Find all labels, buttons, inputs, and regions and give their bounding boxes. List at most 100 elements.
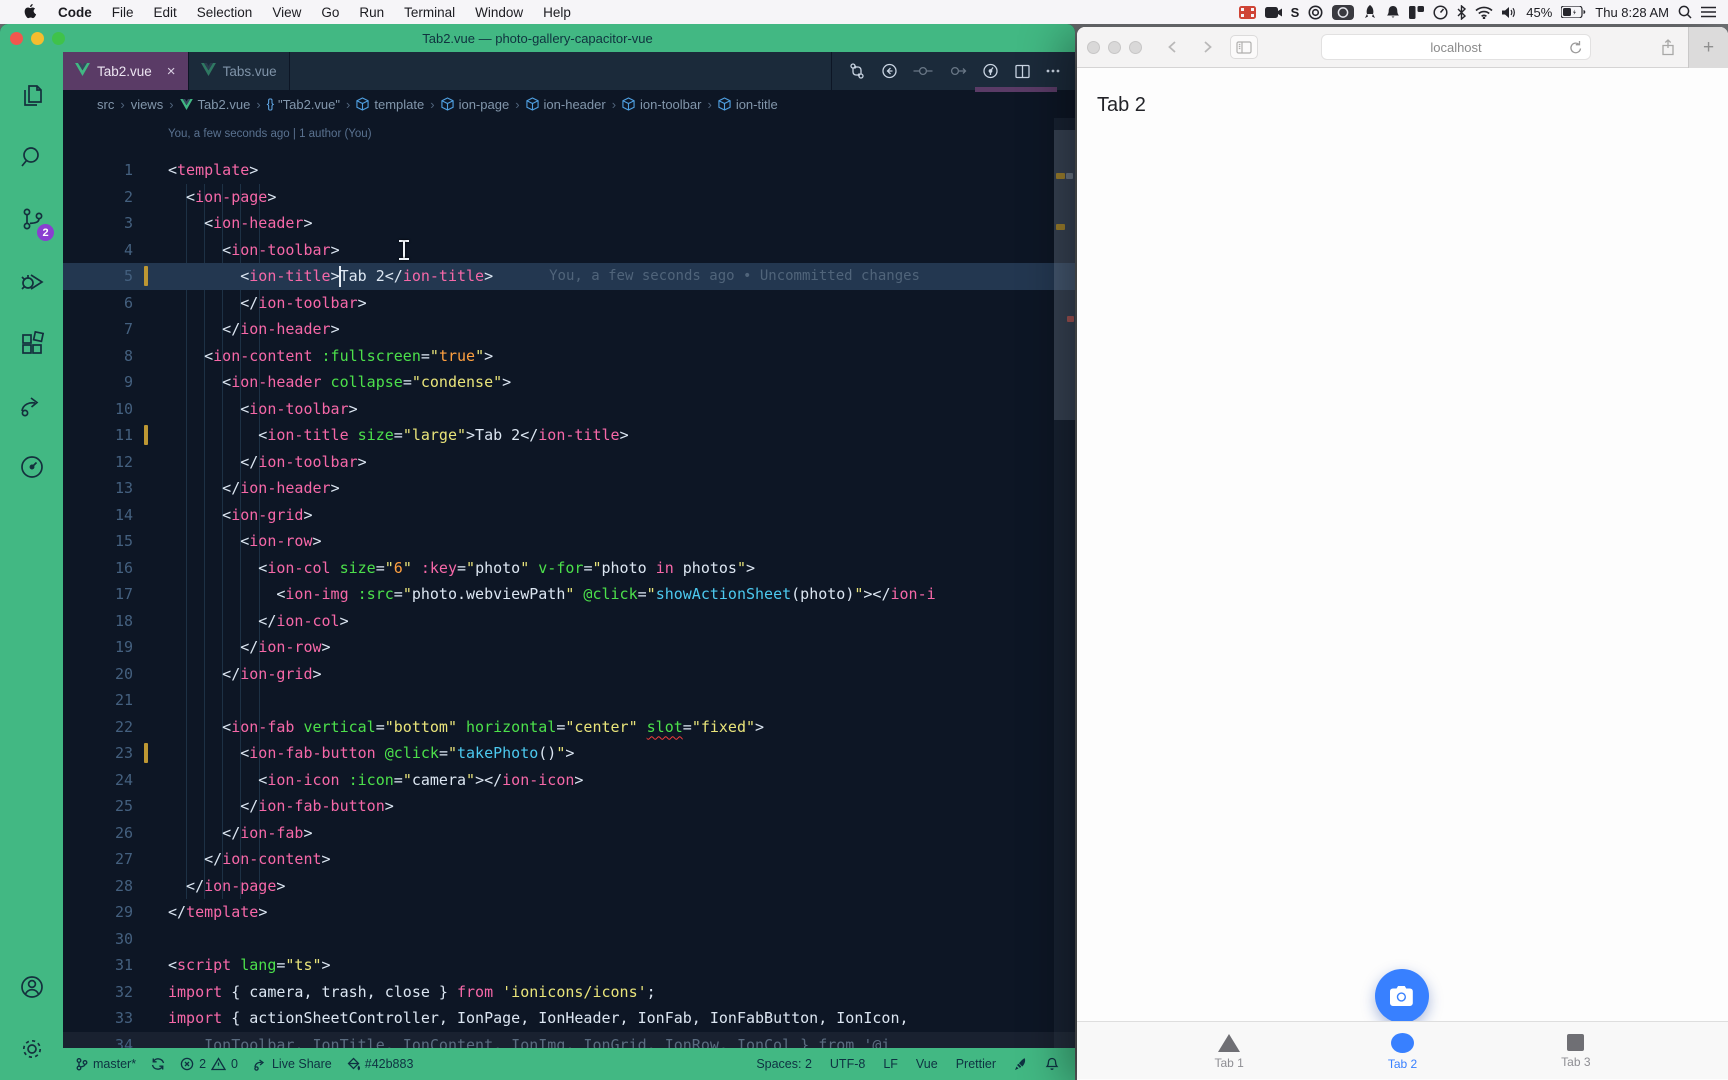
next-change-icon[interactable]: [947, 62, 967, 80]
nav-back-icon[interactable]: [880, 62, 899, 80]
code-line[interactable]: 27 </ion-content>: [63, 846, 1075, 873]
breadcrumb-item-ion-toolbar[interactable]: ion-toolbar: [622, 97, 701, 112]
code-line[interactable]: 24 <ion-icon :icon="camera"></ion-icon>: [63, 767, 1075, 794]
code-line[interactable]: 25 </ion-fab-button>: [63, 793, 1075, 820]
code-line[interactable]: 26 </ion-fab>: [63, 820, 1075, 847]
eol-status[interactable]: LF: [883, 1057, 898, 1071]
line-number[interactable]: 7: [63, 316, 133, 343]
live-share-status[interactable]: Live Share: [253, 1057, 332, 1071]
explorer-icon[interactable]: [0, 64, 63, 126]
line-number[interactable]: 30: [63, 926, 133, 953]
line-number[interactable]: 22: [63, 714, 133, 741]
line-number[interactable]: 15: [63, 528, 133, 555]
breadcrumb-item-ion-header[interactable]: ion-header: [526, 97, 606, 112]
back-button[interactable]: [1158, 35, 1186, 59]
code-line[interactable]: 12 </ion-toolbar>: [63, 449, 1075, 476]
reload-icon[interactable]: [1569, 40, 1583, 58]
menu-item-view[interactable]: View: [262, 5, 311, 20]
editor-scrollbar[interactable]: [1054, 118, 1075, 1048]
menu-item-help[interactable]: Help: [533, 5, 581, 20]
run-debug-icon[interactable]: [0, 250, 63, 312]
line-number[interactable]: 10: [63, 396, 133, 423]
close-tab-icon[interactable]: ×: [167, 63, 176, 80]
code-line[interactable]: 21: [63, 687, 1075, 714]
timeline-clock-icon[interactable]: [0, 436, 63, 498]
minimize-window-button[interactable]: [1108, 41, 1121, 54]
code-line[interactable]: 1<template>: [63, 157, 1075, 184]
line-number[interactable]: 29: [63, 899, 133, 926]
accounts-icon[interactable]: [0, 956, 63, 1018]
line-number[interactable]: 14: [63, 502, 133, 529]
menu-item-selection[interactable]: Selection: [187, 5, 263, 20]
tab-tab2-vue[interactable]: Tab2.vue ×: [63, 52, 189, 90]
line-number[interactable]: 32: [63, 979, 133, 1006]
code-line[interactable]: 29</template>: [63, 899, 1075, 926]
take-photo-fab-button[interactable]: [1375, 969, 1429, 1023]
line-number[interactable]: 6: [63, 290, 133, 317]
menu-item-terminal[interactable]: Terminal: [394, 5, 465, 20]
address-bar[interactable]: localhost: [1321, 34, 1591, 60]
line-number[interactable]: 28: [63, 873, 133, 900]
new-tab-button[interactable]: +: [1688, 27, 1728, 68]
minimize-window-button[interactable]: [31, 32, 44, 45]
code-line[interactable]: 23 <ion-fab-button @click="takePhoto()">: [63, 740, 1075, 767]
line-number[interactable]: 33: [63, 1005, 133, 1032]
record-circle-icon[interactable]: [1308, 5, 1323, 20]
formatter-status[interactable]: Prettier: [956, 1057, 996, 1071]
breadcrumb-item-src[interactable]: src: [97, 97, 114, 112]
code-line[interactable]: 20 </ion-grid>: [63, 661, 1075, 688]
menu-item-go[interactable]: Go: [311, 5, 349, 20]
code-line[interactable]: 13 </ion-header>: [63, 475, 1075, 502]
settings-gear-icon[interactable]: [0, 1018, 63, 1080]
code-line[interactable]: 18 </ion-col>: [63, 608, 1075, 635]
line-number[interactable]: 3: [63, 210, 133, 237]
line-number[interactable]: 4: [63, 237, 133, 264]
vscode-titlebar[interactable]: Tab2.vue — photo-gallery-capacitor-vue: [0, 24, 1075, 52]
line-number[interactable]: 12: [63, 449, 133, 476]
git-compare-icon[interactable]: [848, 62, 866, 80]
control-center-icon[interactable]: [1701, 6, 1716, 18]
line-number[interactable]: 17: [63, 581, 133, 608]
zoom-window-button[interactable]: [1129, 41, 1142, 54]
code-line[interactable]: 14 <ion-grid>: [63, 502, 1075, 529]
volume-icon[interactable]: [1502, 6, 1517, 19]
menu-item-run[interactable]: Run: [349, 5, 394, 20]
line-number[interactable]: 16: [63, 555, 133, 582]
problems-status[interactable]: 2 0: [180, 1057, 238, 1071]
language-mode-status[interactable]: Vue: [916, 1057, 938, 1071]
code-line[interactable]: 11 <ion-title size="large">Tab 2</ion-ti…: [63, 422, 1075, 449]
code-line[interactable]: 10 <ion-toolbar>: [63, 396, 1075, 423]
code-line[interactable]: 3 <ion-header>: [63, 210, 1075, 237]
code-line[interactable]: 4 <ion-toolbar>: [63, 237, 1075, 264]
extensions-icon[interactable]: [0, 312, 63, 374]
line-number[interactable]: 24: [63, 767, 133, 794]
line-number[interactable]: 18: [63, 608, 133, 635]
window-tiling-icon[interactable]: [1409, 6, 1424, 19]
camera-app-icon[interactable]: [1265, 6, 1282, 19]
line-number[interactable]: 1: [63, 157, 133, 184]
sidebar-toggle-icon[interactable]: [1230, 35, 1258, 59]
source-control-icon[interactable]: 2: [0, 188, 63, 250]
code-line[interactable]: 28 </ion-page>: [63, 873, 1075, 900]
line-number[interactable]: 5: [63, 263, 133, 290]
indentation-status[interactable]: Spaces: 2: [756, 1057, 812, 1071]
menubar-clock[interactable]: Thu 8:28 AM: [1595, 5, 1669, 20]
code-line[interactable]: 16 <ion-col size="6" :key="photo" v-for=…: [63, 555, 1075, 582]
menu-item-file[interactable]: File: [102, 5, 144, 20]
line-number[interactable]: 20: [63, 661, 133, 688]
code-line[interactable]: 31<script lang="ts">: [63, 952, 1075, 979]
notifications-bell-icon[interactable]: [1045, 1057, 1059, 1071]
apple-menu-icon[interactable]: [14, 4, 48, 20]
tab-bar-item-tab-1[interactable]: Tab 1: [1143, 1022, 1316, 1079]
peacock-color-status[interactable]: #42b883: [347, 1057, 414, 1071]
menu-item-code[interactable]: Code: [48, 5, 102, 20]
breadcrumb-item--tab2-vue-[interactable]: {}"Tab2.vue": [267, 97, 340, 112]
code-line[interactable]: 19 </ion-row>: [63, 634, 1075, 661]
time-machine-icon[interactable]: [1433, 5, 1448, 20]
more-actions-icon[interactable]: [1045, 63, 1061, 79]
breadcrumb-item-ion-page[interactable]: ion-page: [441, 97, 510, 112]
code-line[interactable]: 6 </ion-toolbar>: [63, 290, 1075, 317]
bell-menu-icon[interactable]: [1386, 5, 1400, 20]
breadcrumb-item-ion-title[interactable]: ion-title: [718, 97, 778, 112]
git-branch-status[interactable]: master*: [75, 1057, 136, 1071]
